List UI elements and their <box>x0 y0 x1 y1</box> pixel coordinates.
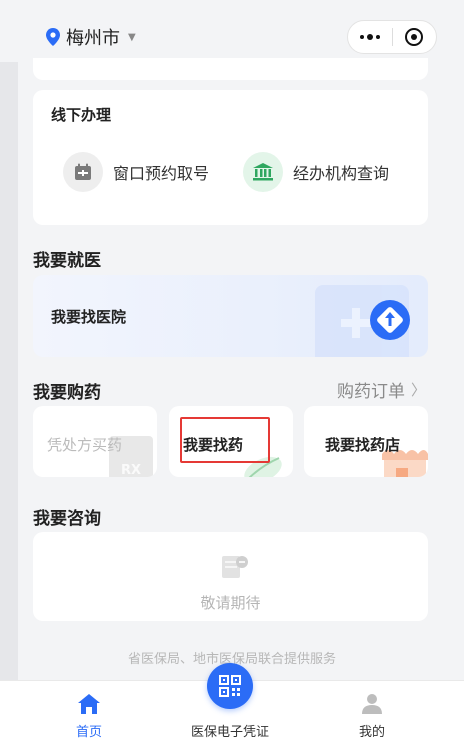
header: 梅州市 ▼ <box>0 0 464 62</box>
prescription-purchase-label: 凭处方买药 <box>47 436 123 454</box>
previous-card-edge <box>33 58 428 80</box>
offline-title: 线下办理 <box>51 106 112 124</box>
close-button[interactable] <box>392 20 436 54</box>
location-pin-icon <box>46 28 60 46</box>
purchase-section-title: 我要购药 <box>33 383 101 403</box>
consult-card: 敬请期待 <box>33 532 428 621</box>
tab-me[interactable]: 我的 <box>359 721 385 740</box>
find-hospital-card[interactable]: 我要找医院 <box>33 275 428 357</box>
coming-soon-text: 敬请期待 <box>200 594 261 612</box>
calendar-icon <box>63 152 103 192</box>
window-appointment-button[interactable]: 窗口预约取号 <box>63 152 209 192</box>
tab-home[interactable]: 首页 <box>76 721 102 740</box>
consult-section-title: 我要咨询 <box>33 509 101 529</box>
institution-query-label: 经办机构查询 <box>293 164 390 183</box>
medical-section-title: 我要就医 <box>33 251 101 271</box>
institution-icon <box>243 152 283 192</box>
highlight-box <box>180 417 270 463</box>
user-icon <box>362 694 382 714</box>
prescription-purchase-card[interactable]: RX 凭处方买药 <box>33 406 157 477</box>
target-close-icon <box>405 28 424 46</box>
insurance-qr-button[interactable] <box>207 663 253 709</box>
caret-down-icon: ▼ <box>128 31 136 43</box>
find-pharmacy-card[interactable]: 我要找药店 <box>304 406 428 477</box>
find-pharmacy-label: 我要找药店 <box>325 436 401 454</box>
more-dots-icon <box>359 34 380 40</box>
document-chat-icon <box>222 556 248 578</box>
side-shade <box>0 56 18 686</box>
institution-query-button[interactable]: 经办机构查询 <box>243 152 389 192</box>
medicine-orders-link[interactable]: 购药订单 〉 <box>337 377 426 402</box>
mini-program-capsule <box>347 20 437 54</box>
qr-code-icon <box>219 675 241 697</box>
chevron-right-icon: 〉 <box>411 381 427 399</box>
city-name: 梅州市 <box>66 28 120 49</box>
location-selector[interactable]: 梅州市 ▼ <box>46 24 136 50</box>
more-button[interactable] <box>348 20 392 54</box>
find-hospital-label: 我要找医院 <box>51 308 127 326</box>
navigation-arrow-icon <box>370 300 410 340</box>
tab-medical-insurance-card[interactable]: 医保电子凭证 <box>191 721 269 740</box>
home-icon <box>78 694 100 714</box>
window-appointment-label: 窗口预约取号 <box>113 164 210 183</box>
medicine-orders-label: 购药订单 <box>337 382 405 402</box>
offline-card: 线下办理 窗口预约取号 经办机构查询 <box>33 90 428 225</box>
